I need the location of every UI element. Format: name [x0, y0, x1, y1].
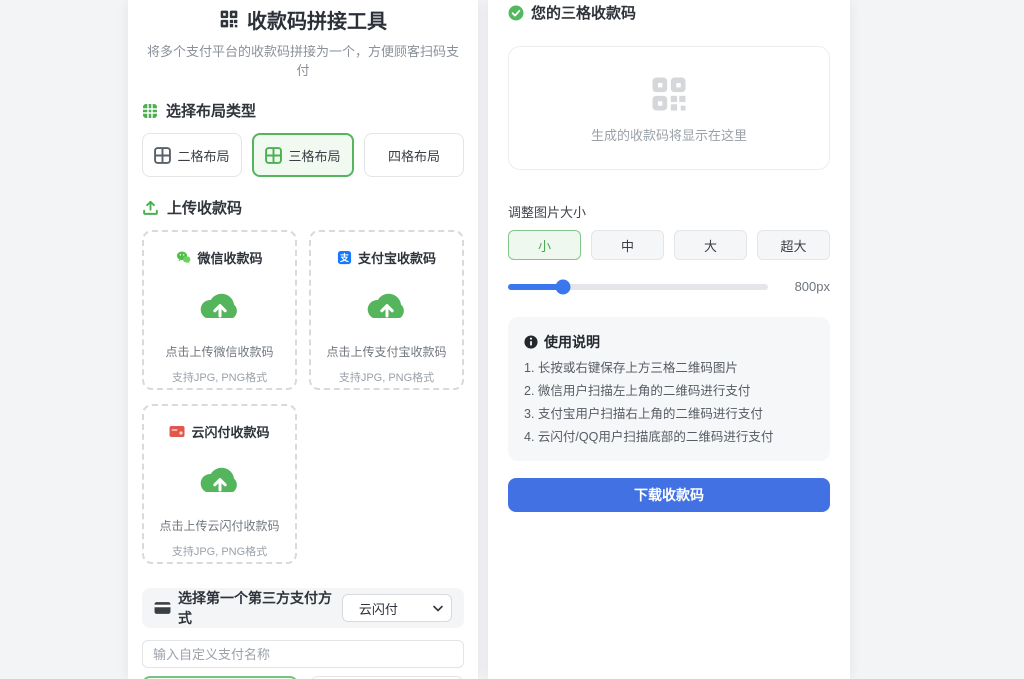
page-title-text: 收款码拼接工具 [247, 5, 387, 34]
size-options: 小 中 大 超大 [508, 230, 830, 260]
layout-option-three-grid[interactable]: 三格布局 [252, 133, 354, 177]
usage-step: 2. 微信用户扫描左上角的二维码进行支付 [524, 384, 814, 398]
payment-method-selected-value: 云闪付 [359, 599, 398, 618]
upload-card-title: 支 支付宝收款码 [337, 248, 436, 267]
usage-step: 3. 支付宝用户扫描右上角的二维码进行支付 [524, 407, 814, 421]
upload-card-formats: 支持JPG, PNG格式 [172, 369, 267, 385]
upload-card-grid: 微信收款码 点击上传微信收款码 支持JPG, PNG格式 支 支付宝收款 [142, 230, 464, 564]
download-button[interactable]: 下载收款码 [508, 478, 830, 512]
check-circle-icon [508, 5, 524, 21]
qr-preview-placeholder: 生成的收款码将显示在这里 [508, 46, 830, 170]
slider-value: 800px [788, 279, 830, 294]
info-icon [524, 335, 538, 349]
result-panel: 您的三格收款码 生成的收款码将显示在这里 调整图片大小 小 中 大 超大 800… [488, 0, 850, 679]
upload-card-formats: 支持JPG, PNG格式 [172, 543, 267, 559]
custom-payment-name-input[interactable] [142, 640, 464, 668]
size-option-xlarge[interactable]: 超大 [757, 230, 830, 260]
wechat-icon [176, 250, 191, 265]
chevron-down-icon [433, 605, 443, 612]
layout-section-title: 选择布局类型 [166, 100, 256, 121]
qr-code-icon [219, 9, 239, 29]
size-option-medium[interactable]: 中 [591, 230, 664, 260]
layout-option-label: 二格布局 [177, 146, 229, 165]
unionpay-card-icon [169, 425, 185, 438]
size-option-large[interactable]: 大 [674, 230, 747, 260]
upload-card-title-text: 云闪付收款码 [191, 422, 269, 441]
payment-method-bar: 选择第一个第三方支付方式 云闪付 [142, 588, 464, 628]
credit-card-icon [154, 601, 171, 615]
layout-option-label: 四格布局 [388, 146, 440, 165]
upload-card-title-text: 微信收款码 [197, 248, 262, 267]
usage-heading-text: 使用说明 [544, 332, 600, 352]
payment-method-select[interactable]: 云闪付 [342, 594, 452, 622]
page-subtitle: 将多个支付平台的收款码拼接为一个，方便顾客扫码支付 [142, 41, 464, 79]
upload-card-hint: 点击上传微信收款码 [165, 343, 273, 360]
upload-card-hint: 点击上传云闪付收款码 [159, 517, 279, 534]
upload-card-title: 微信收款码 [176, 248, 262, 267]
grid-3-icon [265, 147, 282, 164]
payment-method-label: 选择第一个第三方支付方式 [154, 588, 342, 628]
upload-card-title: 云闪付收款码 [169, 422, 269, 441]
cloud-upload-icon [363, 289, 411, 325]
upload-card-title-text: 支付宝收款码 [358, 248, 436, 267]
layout-option-two-grid[interactable]: 二格布局 [142, 133, 242, 177]
alipay-icon: 支 [337, 250, 352, 265]
grid-2-icon [154, 147, 171, 164]
size-slider[interactable] [508, 284, 768, 290]
usage-heading: 使用说明 [524, 332, 814, 352]
image-size-label: 调整图片大小 [508, 202, 830, 221]
upload-card-formats: 支持JPG, PNG格式 [339, 369, 434, 385]
upload-card-alipay[interactable]: 支 支付宝收款码 点击上传支付宝收款码 支持JPG, PNG格式 [309, 230, 464, 390]
upload-card-hint: 点击上传支付宝收款码 [326, 343, 446, 360]
preview-placeholder-text: 生成的收款码将显示在这里 [591, 125, 747, 144]
upload-card-unionpay[interactable]: 云闪付收款码 点击上传云闪付收款码 支持JPG, PNG格式 [142, 404, 297, 564]
svg-text:支: 支 [339, 252, 349, 263]
page-title: 收款码拼接工具 [142, 6, 464, 32]
cloud-upload-icon [196, 289, 244, 325]
result-heading: 您的三格收款码 [508, 2, 830, 23]
usage-step: 1. 长按或右键保存上方三格二维码图片 [524, 361, 814, 375]
usage-instructions-box: 使用说明 1. 长按或右键保存上方三格二维码图片 2. 微信用户扫描左上角的二维… [508, 317, 830, 461]
grid-icon [142, 103, 158, 119]
size-option-small[interactable]: 小 [508, 230, 581, 260]
layout-option-label: 三格布局 [288, 146, 340, 165]
tool-panel: 收款码拼接工具 将多个支付平台的收款码拼接为一个，方便顾客扫码支付 选择布局类型… [128, 0, 478, 679]
upload-card-wechat[interactable]: 微信收款码 点击上传微信收款码 支持JPG, PNG格式 [142, 230, 297, 390]
usage-step: 4. 云闪付/QQ用户扫描底部的二维码进行支付 [524, 430, 814, 444]
layout-type-options: 二格布局 三格布局 四格布局 [142, 133, 464, 177]
size-slider-row: 800px [508, 279, 830, 294]
qr-placeholder-icon [647, 72, 691, 116]
cloud-upload-icon [196, 463, 244, 499]
upload-section-heading: 上传收款码 [142, 197, 464, 218]
layout-option-four-grid[interactable]: 四格布局 [364, 133, 464, 177]
result-heading-text: 您的三格收款码 [531, 2, 636, 23]
slider-thumb[interactable] [555, 279, 570, 294]
payment-method-label-text: 选择第一个第三方支付方式 [178, 588, 342, 628]
layout-section-heading: 选择布局类型 [142, 100, 464, 121]
upload-section-title: 上传收款码 [167, 197, 242, 218]
upload-icon [142, 199, 159, 216]
